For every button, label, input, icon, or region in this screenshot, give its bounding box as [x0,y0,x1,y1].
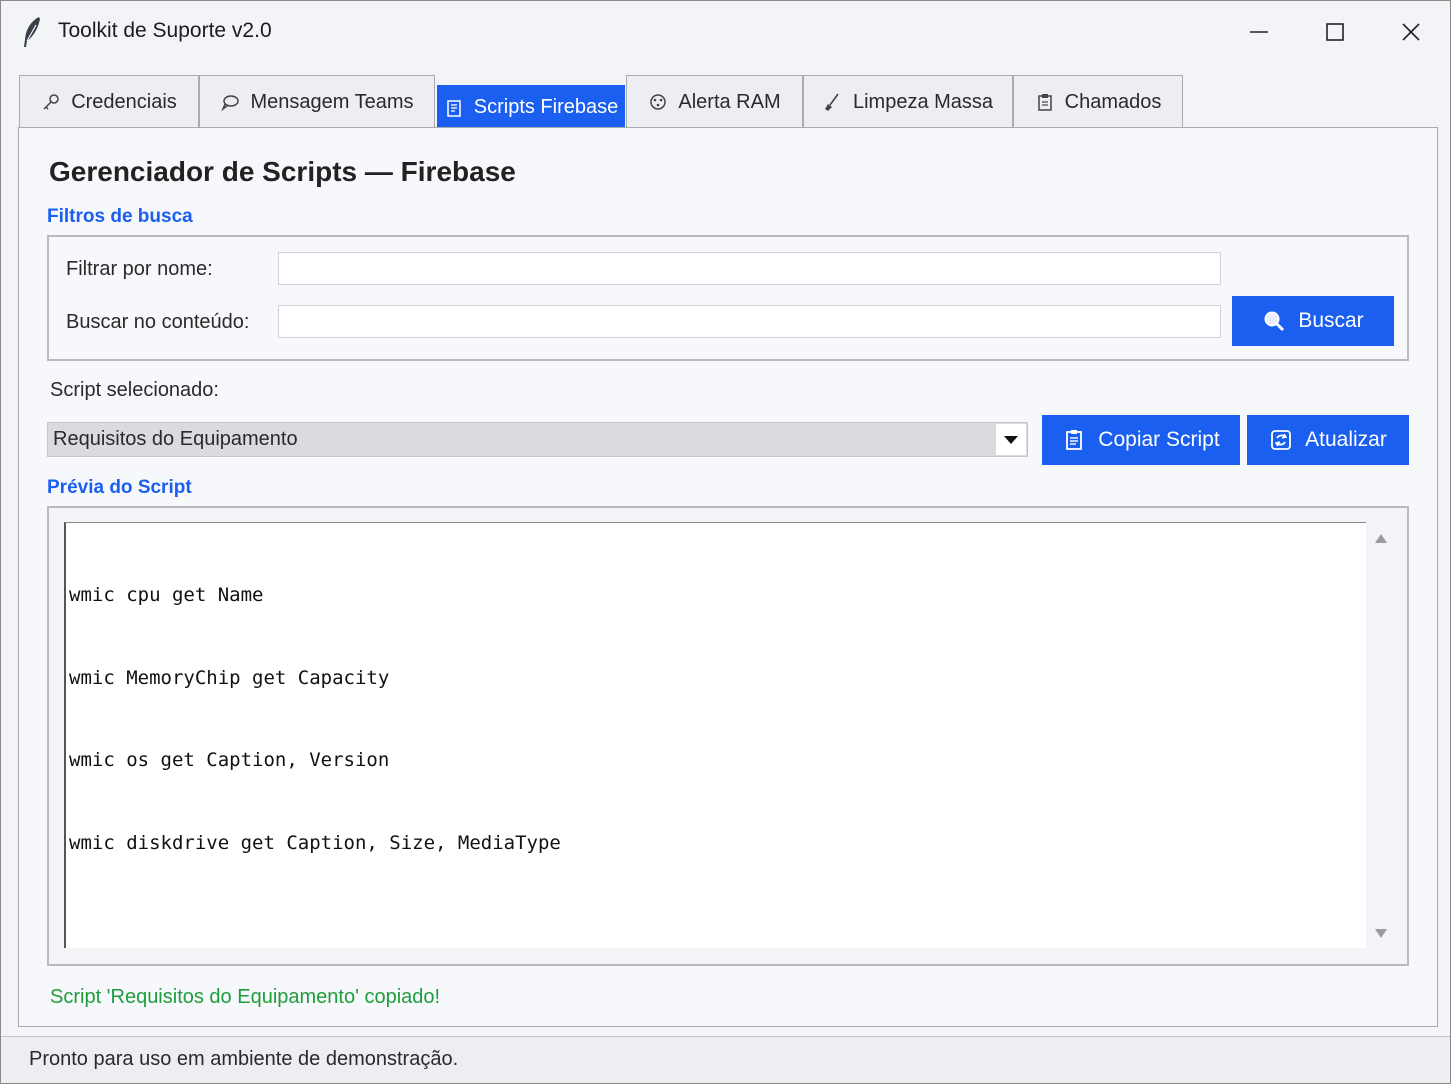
tab-label: Chamados [1064,90,1162,113]
broom-icon [824,93,839,111]
refresh-button-label: Atualizar [1305,428,1387,451]
tab-chamados[interactable]: Chamados [1013,75,1183,128]
refresh-button[interactable]: Atualizar [1247,415,1409,465]
close-icon [1402,23,1420,41]
clipboard-icon [1037,94,1052,111]
memory-icon [650,94,667,110]
selected-script-label: Script selecionado: [50,379,219,401]
minimize-icon [1250,31,1268,33]
script-select[interactable]: Requisitos do Equipamento [47,422,1028,457]
tab-limpeza-massa[interactable]: Limpeza Massa [803,75,1013,128]
script-select-value: Requisitos do Equipamento [53,428,298,450]
tab-label: Mensagem Teams [250,90,414,113]
name-filter-label: Filtrar por nome: [66,258,213,280]
tab-credenciais[interactable]: Credenciais [19,75,199,128]
preview-line: wmic cpu get Name [69,584,264,606]
tab-label: Alerta RAM [678,90,781,113]
scroll-up-icon[interactable] [1374,532,1388,544]
copy-status-message: Script 'Requisitos do Equipamento' copia… [50,986,441,1008]
name-filter-input[interactable] [278,252,1221,285]
maximize-icon [1326,23,1344,41]
app-window: Toolkit de Suporte v2.0 Credenciais Mens… [0,0,1451,1084]
content-search-label: Buscar no conteúdo: [66,311,250,333]
feather-icon [24,17,40,47]
close-button[interactable] [1373,1,1449,63]
maximize-button[interactable] [1297,1,1373,63]
tab-label: Scripts Firebase [473,96,619,118]
filters-group: Filtrar por nome: Buscar no conteúdo: Bu… [47,235,1409,361]
search-icon [1264,311,1285,332]
search-button-label: Buscar [1298,309,1364,332]
preview-line: wmic os get Caption, Version [69,749,390,771]
refresh-icon [1271,430,1292,450]
preview-scrollbar[interactable] [1366,522,1396,948]
script-preview-textarea[interactable]: wmic cpu get Name wmic MemoryChip get Ca… [64,522,1366,948]
chevron-down-icon [1004,435,1018,444]
tab-mensagem-teams[interactable]: Mensagem Teams [199,75,435,128]
content-search-input[interactable] [278,305,1221,338]
key-icon [43,94,59,110]
copy-script-label: Copiar Script [1098,428,1220,451]
preview-group: wmic cpu get Name wmic MemoryChip get Ca… [47,506,1409,966]
script-icon [447,99,461,117]
status-bar: Pronto para uso em ambiente de demonstra… [1,1036,1450,1083]
window-title: Toolkit de Suporte v2.0 [58,19,272,42]
tab-label: Credenciais [71,90,177,113]
tab-alerta-ram[interactable]: Alerta RAM [626,75,803,128]
tab-scripts-firebase[interactable]: Scripts Firebase [437,85,625,129]
minimize-button[interactable] [1221,1,1297,63]
preview-section-label: Prévia do Script [47,477,192,498]
search-button[interactable]: Buscar [1232,296,1394,346]
copy-script-button[interactable]: Copiar Script [1042,415,1240,465]
page-title: Gerenciador de Scripts — Firebase [49,156,516,187]
status-bar-text: Pronto para uso em ambiente de demonstra… [29,1048,459,1070]
title-bar[interactable]: Toolkit de Suporte v2.0 [1,1,1450,63]
filters-section-label: Filtros de busca [47,206,193,227]
dropdown-arrow[interactable] [996,424,1026,455]
tab-label: Limpeza Massa [852,90,994,113]
scripts-panel: Gerenciador de Scripts — Firebase Filtro… [18,127,1438,1027]
scroll-down-icon[interactable] [1374,928,1388,940]
clipboard-icon [1066,430,1083,450]
preview-line: wmic MemoryChip get Capacity [69,666,390,689]
chat-bubble-icon [221,95,240,112]
preview-line: wmic diskdrive get Caption, Size, MediaT… [69,831,561,854]
